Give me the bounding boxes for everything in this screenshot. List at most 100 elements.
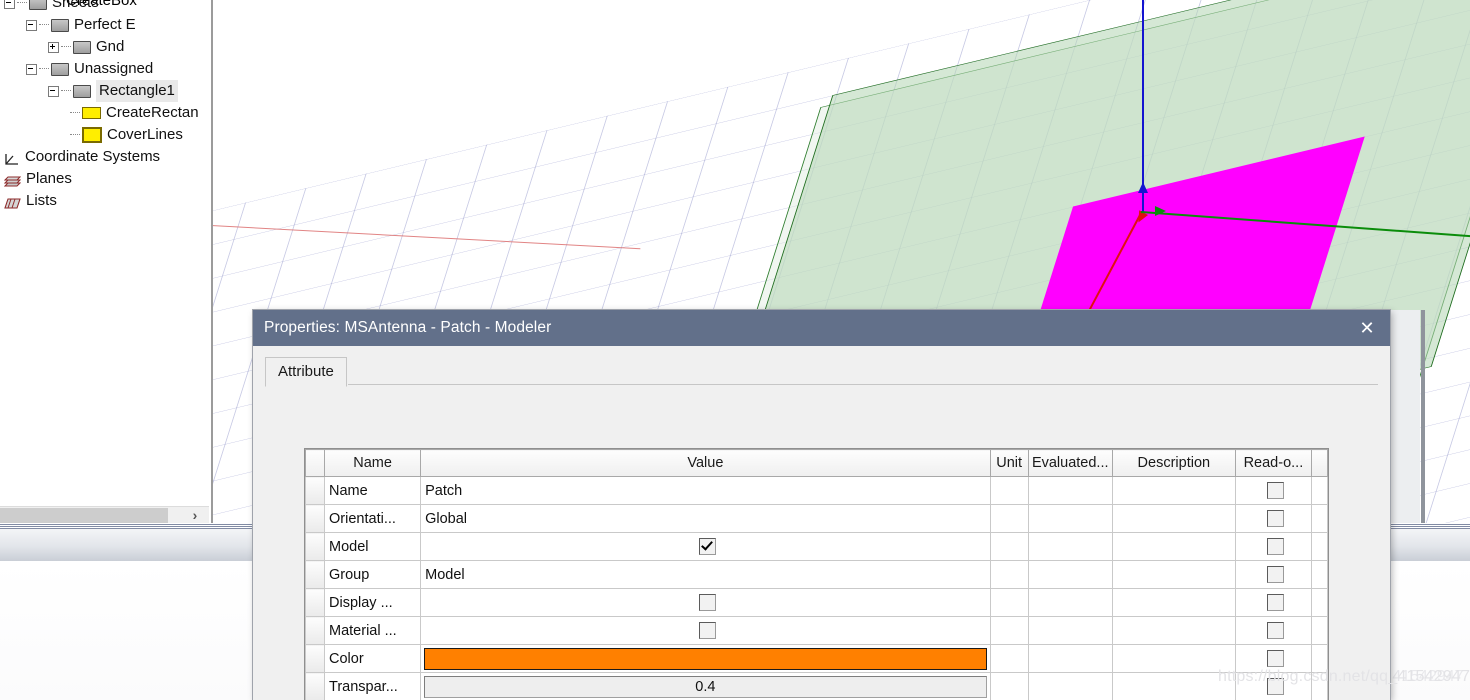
row-selector[interactable] <box>304 588 326 617</box>
project-tree-panel[interactable]: CreateBox Sheets Perfect E Gnd Unassigne… <box>0 0 209 523</box>
cell-value[interactable] <box>420 532 991 561</box>
row-selector[interactable] <box>304 504 326 533</box>
cell-evaluated <box>1027 672 1113 700</box>
application-window: CreateBox Sheets Perfect E Gnd Unassigne… <box>0 0 1470 700</box>
cell-description[interactable] <box>1111 588 1236 617</box>
cell-pad <box>1310 616 1329 645</box>
tree-item-lists[interactable]: Lists <box>0 190 209 212</box>
column-header-select[interactable] <box>304 449 326 477</box>
cell-unit <box>989 616 1029 645</box>
tab-attribute[interactable]: Attribute <box>265 357 347 387</box>
expander-minus-icon[interactable] <box>26 63 37 75</box>
cell-description[interactable] <box>1111 532 1236 561</box>
tree-item-planes[interactable]: Planes <box>0 168 209 190</box>
cell-readonly[interactable] <box>1234 560 1312 589</box>
tree-item-label: Perfect E <box>74 16 136 33</box>
column-header-value[interactable]: Value <box>420 449 991 477</box>
cell-value[interactable]: Model <box>420 560 991 589</box>
sheet-icon <box>73 84 91 98</box>
column-header-description[interactable]: Description <box>1111 449 1236 477</box>
cell-readonly[interactable] <box>1234 476 1312 505</box>
cell-pad <box>1310 476 1329 505</box>
cell-pad <box>1310 532 1329 561</box>
sheet-icon <box>29 0 47 10</box>
cell-value[interactable] <box>420 616 991 645</box>
table-row[interactable]: Name Patch <box>304 476 1329 505</box>
cell-value[interactable]: Global <box>420 504 991 533</box>
expander-minus-icon[interactable] <box>48 85 59 97</box>
right-panel-border <box>1421 310 1425 523</box>
scrollbar-thumb[interactable] <box>0 508 168 523</box>
expander-minus-icon[interactable] <box>26 19 37 31</box>
tree-item-perfect-e[interactable]: Perfect E <box>0 14 209 36</box>
tree-connector <box>61 46 71 48</box>
cell-unit <box>989 476 1029 505</box>
cell-evaluated <box>1027 616 1113 645</box>
readonly-checkbox[interactable] <box>1266 538 1284 555</box>
cell-value[interactable]: 0.4 <box>420 672 991 700</box>
cell-value[interactable] <box>420 644 991 673</box>
column-header-readonly[interactable]: Read-o... <box>1234 449 1312 477</box>
cell-description[interactable] <box>1111 560 1236 589</box>
readonly-checkbox[interactable] <box>1266 566 1284 583</box>
row-selector[interactable] <box>304 476 326 505</box>
properties-grid[interactable]: Name Value Unit Evaluated... Description… <box>304 448 1329 700</box>
row-selector[interactable] <box>304 560 326 589</box>
cell-description[interactable] <box>1111 672 1236 700</box>
readonly-checkbox[interactable] <box>1266 482 1284 499</box>
scroll-right-arrow-icon[interactable]: › <box>183 507 207 523</box>
cell-description[interactable] <box>1111 476 1236 505</box>
tree-item-coverlines[interactable]: CoverLines <box>0 124 209 146</box>
tree-item-rectangle1[interactable]: Rectangle1 <box>0 80 209 102</box>
readonly-checkbox[interactable] <box>1266 594 1284 611</box>
cell-description[interactable] <box>1111 616 1236 645</box>
model-checkbox[interactable] <box>698 538 716 555</box>
tree-item-sheets[interactable]: Sheets <box>0 0 209 14</box>
tree-item-coordinate-systems[interactable]: Coordinate Systems <box>0 146 209 168</box>
table-row[interactable]: Transpar... 0.4 <box>304 672 1329 700</box>
table-row[interactable]: Orientati... Global <box>304 504 1329 533</box>
column-header-evaluated[interactable]: Evaluated... <box>1027 449 1113 477</box>
table-row[interactable]: Material ... <box>304 616 1329 645</box>
cell-value[interactable] <box>420 588 991 617</box>
readonly-checkbox[interactable] <box>1266 510 1284 527</box>
cell-unit <box>989 504 1029 533</box>
readonly-checkbox[interactable] <box>1266 622 1284 639</box>
tree-item-gnd[interactable]: Gnd <box>0 36 209 58</box>
close-icon[interactable]: ✕ <box>1344 310 1390 346</box>
row-selector[interactable] <box>304 532 326 561</box>
column-header-name[interactable]: Name <box>324 449 422 477</box>
table-row[interactable]: Model <box>304 532 1329 561</box>
table-row[interactable]: Color <box>304 644 1329 673</box>
cell-description[interactable] <box>1111 504 1236 533</box>
color-swatch[interactable] <box>424 647 987 670</box>
cell-readonly[interactable] <box>1234 588 1312 617</box>
readonly-checkbox[interactable] <box>1266 650 1284 667</box>
cell-description[interactable] <box>1111 644 1236 673</box>
row-selector[interactable] <box>304 644 326 673</box>
cell-readonly[interactable] <box>1234 504 1312 533</box>
tree-horizontal-scrollbar[interactable]: › <box>0 506 209 523</box>
table-row[interactable]: Display ... <box>304 588 1329 617</box>
cell-value[interactable]: Patch <box>420 476 991 505</box>
expander-plus-icon[interactable] <box>48 41 59 53</box>
column-header-unit[interactable]: Unit <box>989 449 1029 477</box>
planes-icon <box>3 173 22 187</box>
transparency-slider[interactable]: 0.4 <box>424 675 987 698</box>
cell-readonly[interactable] <box>1234 616 1312 645</box>
cell-evaluated <box>1027 476 1113 505</box>
material-appearance-checkbox[interactable] <box>698 622 716 639</box>
cell-readonly[interactable] <box>1234 532 1312 561</box>
axis-z <box>1142 0 1144 212</box>
row-selector[interactable] <box>304 616 326 645</box>
expander-minus-icon[interactable] <box>4 0 15 9</box>
row-selector[interactable] <box>304 672 326 700</box>
tree-item-createrectangle[interactable]: CreateRectan <box>0 102 209 124</box>
properties-dialog[interactable]: Properties: MSAntenna - Patch - Modeler … <box>253 310 1390 700</box>
tree-connector <box>17 2 27 4</box>
table-row[interactable]: Group Model <box>304 560 1329 589</box>
dialog-titlebar[interactable]: Properties: MSAntenna - Patch - Modeler … <box>253 310 1390 346</box>
project-tree[interactable]: Sheets Perfect E Gnd Unassigned Rectangl… <box>0 0 209 212</box>
tree-item-unassigned[interactable]: Unassigned <box>0 58 209 80</box>
display-wireframe-checkbox[interactable] <box>698 594 716 611</box>
